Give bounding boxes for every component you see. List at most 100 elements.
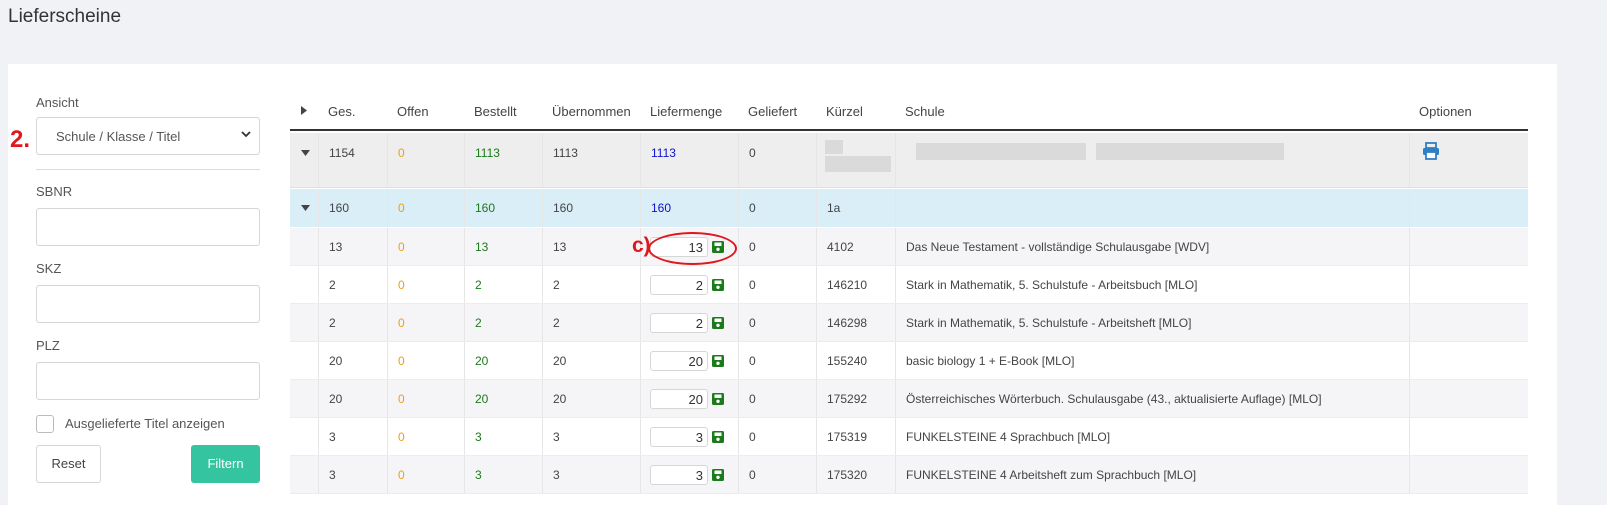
content-card: Ansicht 2. Schule / Klasse / Titel SBNR … bbox=[8, 64, 1557, 505]
table-row: 2 0 2 2 2 0 146298 Stark in Mathematik, 5. Schu… bbox=[290, 304, 1528, 342]
liefermenge-input[interactable]: 3 bbox=[650, 427, 708, 447]
header-uebernommen[interactable]: Übernommen bbox=[552, 104, 631, 119]
caret-right-icon[interactable] bbox=[301, 106, 307, 117]
print-icon[interactable] bbox=[1422, 142, 1440, 163]
row-uebernommen: 2 bbox=[553, 316, 560, 330]
table-row: 20 0 20 20 20 0 175292 Österreichisches Wörterb… bbox=[290, 380, 1528, 418]
row-kuerzel: 175319 bbox=[827, 430, 868, 444]
caret-down-icon[interactable] bbox=[301, 148, 310, 158]
row-bestellt: 3 bbox=[475, 430, 482, 444]
header-optionen: Optionen bbox=[1419, 104, 1472, 119]
row-bestellt: 3 bbox=[475, 468, 482, 482]
row-ges: 20 bbox=[329, 354, 343, 368]
filter-sidebar: Ansicht 2. Schule / Klasse / Titel SBNR … bbox=[8, 64, 273, 505]
row-offen: 0 bbox=[398, 392, 405, 406]
row-bestellt: 20 bbox=[475, 392, 489, 406]
reset-button[interactable]: Reset bbox=[36, 445, 101, 483]
header-offen[interactable]: Offen bbox=[397, 104, 429, 119]
row-geliefert: 0 bbox=[749, 392, 756, 406]
row-bestellt: 13 bbox=[475, 240, 489, 254]
row-geliefert: 0 bbox=[749, 430, 756, 444]
school-row[interactable]: 1154 0 1113 1113 1113 0 bbox=[290, 133, 1528, 188]
row-titel: Stark in Mathematik, 5. Schulstufe - Arb… bbox=[906, 316, 1192, 330]
sbnr-input[interactable] bbox=[36, 208, 260, 246]
row-kuerzel: 146298 bbox=[827, 316, 868, 330]
row-offen: 0 bbox=[398, 278, 405, 292]
annotation-2: 2. bbox=[10, 126, 31, 153]
row-uebernommen: 2 bbox=[553, 278, 560, 292]
class-liefermenge: 160 bbox=[651, 201, 672, 215]
ansicht-select-value: Schule / Klasse / Titel bbox=[56, 129, 181, 144]
header-liefermenge[interactable]: Liefermenge bbox=[650, 104, 722, 119]
header-bestellt[interactable]: Bestellt bbox=[474, 104, 517, 119]
row-geliefert: 0 bbox=[749, 240, 756, 254]
liefermenge-input[interactable]: 20 bbox=[650, 389, 708, 409]
school-ges: 1154 bbox=[329, 146, 355, 160]
save-icon[interactable] bbox=[712, 393, 724, 405]
row-offen: 0 bbox=[398, 430, 405, 444]
plz-label: PLZ bbox=[36, 338, 60, 353]
school-geliefert: 0 bbox=[749, 146, 756, 160]
row-ges: 3 bbox=[329, 430, 336, 444]
class-row[interactable]: 160 0 160 160 160 0 1a bbox=[290, 189, 1528, 227]
table-row: 13 0 13 13 13 0 4102 Das Neue Testament - volls… bbox=[290, 228, 1528, 266]
save-icon[interactable] bbox=[712, 355, 724, 367]
row-offen: 0 bbox=[398, 354, 405, 368]
class-offen: 0 bbox=[398, 201, 405, 215]
plz-input[interactable] bbox=[36, 362, 260, 400]
row-titel: FUNKELSTEINE 4 Arbeitsheft zum Sprachbuc… bbox=[906, 468, 1197, 482]
row-ges: 20 bbox=[329, 392, 343, 406]
header-ges[interactable]: Ges. bbox=[328, 104, 355, 119]
row-titel: basic biology 1 + E-Book [MLO] bbox=[906, 354, 1075, 368]
school-name-redacted bbox=[895, 133, 1409, 187]
row-offen: 0 bbox=[398, 468, 405, 482]
row-uebernommen: 20 bbox=[553, 392, 567, 406]
show-delivered-label: Ausgelieferte Titel anzeigen bbox=[65, 416, 225, 431]
row-uebernommen: 13 bbox=[553, 240, 567, 254]
header-schule[interactable]: Schule bbox=[905, 104, 945, 119]
row-titel: Stark in Mathematik, 5. Schulstufe - Arb… bbox=[906, 278, 1198, 292]
row-geliefert: 0 bbox=[749, 354, 756, 368]
school-liefermenge: 1113 bbox=[651, 146, 676, 160]
class-geliefert: 0 bbox=[749, 201, 756, 215]
row-offen: 0 bbox=[398, 240, 405, 254]
row-ges: 2 bbox=[329, 316, 336, 330]
table-row: 3 0 3 3 3 0 175320 FUNKELSTEINE 4 Arbeitsheft z… bbox=[290, 456, 1528, 494]
row-kuerzel: 175292 bbox=[827, 392, 868, 406]
liefermenge-input[interactable]: 3 bbox=[650, 465, 708, 485]
save-icon[interactable] bbox=[712, 431, 724, 443]
header-kuerzel[interactable]: Kürzel bbox=[826, 104, 863, 119]
header-geliefert[interactable]: Geliefert bbox=[748, 104, 797, 119]
skz-input[interactable] bbox=[36, 285, 260, 323]
row-geliefert: 0 bbox=[749, 316, 756, 330]
row-bestellt: 2 bbox=[475, 278, 482, 292]
save-icon[interactable] bbox=[712, 469, 724, 481]
ansicht-label: Ansicht bbox=[36, 95, 79, 110]
sbnr-label: SBNR bbox=[36, 184, 73, 199]
divider bbox=[36, 169, 260, 170]
caret-down-icon[interactable] bbox=[301, 203, 310, 213]
school-bestellt: 1113 bbox=[475, 146, 500, 160]
class-ges: 160 bbox=[329, 201, 350, 215]
liefermenge-input[interactable]: 2 bbox=[650, 313, 708, 333]
class-uebernommen: 160 bbox=[553, 201, 574, 215]
page-title: Lieferscheine bbox=[8, 6, 122, 27]
annotation-ellipse bbox=[648, 232, 737, 265]
liefermenge-input[interactable]: 20 bbox=[650, 351, 708, 371]
school-kuerzel-redacted bbox=[816, 133, 895, 187]
row-ges: 3 bbox=[329, 468, 336, 482]
table-row: 3 0 3 3 3 0 175319 FUNKELSTEINE 4 Sprachbuch [M… bbox=[290, 418, 1528, 456]
liefermenge-input[interactable]: 2 bbox=[650, 275, 708, 295]
chevron-down-icon bbox=[241, 129, 251, 141]
filter-button[interactable]: Filtern bbox=[191, 445, 260, 483]
row-geliefert: 0 bbox=[749, 468, 756, 482]
table-header: Ges. Offen Bestellt Übernommen Liefermen… bbox=[290, 93, 1528, 131]
skz-label: SKZ bbox=[36, 261, 62, 276]
save-icon[interactable] bbox=[712, 279, 724, 291]
row-titel: Das Neue Testament - vollständige Schula… bbox=[906, 240, 1210, 254]
save-icon[interactable] bbox=[712, 317, 724, 329]
ansicht-select[interactable]: Schule / Klasse / Titel bbox=[36, 117, 260, 155]
row-geliefert: 0 bbox=[749, 278, 756, 292]
show-delivered-checkbox[interactable] bbox=[36, 415, 54, 433]
row-uebernommen: 3 bbox=[553, 430, 560, 444]
